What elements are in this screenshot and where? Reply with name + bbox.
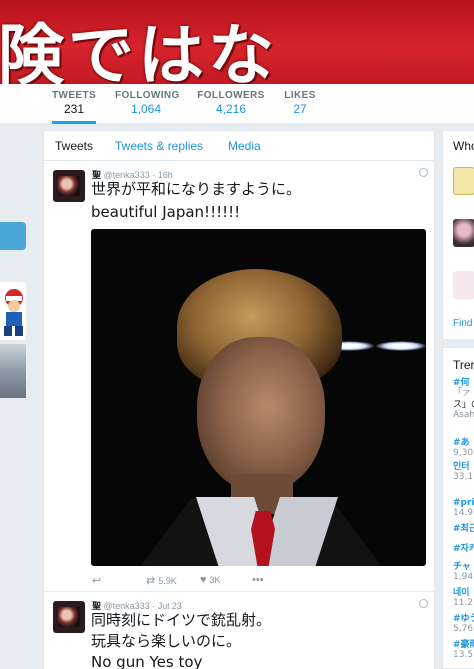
trend-item[interactable]: #あ 9,30 xyxy=(453,438,473,458)
photo-face xyxy=(197,337,325,492)
tweet-text-line: beautiful Japan!!!!!! xyxy=(91,203,241,221)
timeline-tabs: Tweets Tweets & replies Media xyxy=(44,131,434,161)
photo-thumbnail[interactable] xyxy=(0,282,26,340)
stat-label: LIKES xyxy=(284,90,316,101)
more-options-icon[interactable] xyxy=(419,599,428,608)
tab-tweets-and-replies[interactable]: Tweets & replies xyxy=(115,139,203,153)
trend-item[interactable]: #ゆう 5,76 xyxy=(453,614,474,634)
retweet-icon: ⇄ xyxy=(146,575,156,587)
avatar[interactable] xyxy=(53,601,85,633)
trend-tag: #자카 xyxy=(453,544,474,554)
more-button[interactable]: ••• xyxy=(252,574,267,586)
stat-tweets[interactable]: TWEETS 231 xyxy=(52,90,96,124)
trend-tag: ス」の xyxy=(453,400,474,410)
trend-item[interactable]: ス」の Asah xyxy=(453,400,474,420)
trend-count: 33.1 xyxy=(453,472,474,482)
trends-panel: Trer #何 「ァ ス」の Asah #あ 9,30 인터 33.1 #pri… xyxy=(442,347,474,669)
trend-item[interactable]: #최근 xyxy=(453,524,474,534)
who-to-follow-title: Who xyxy=(453,139,474,153)
more-options-icon[interactable] xyxy=(419,168,428,177)
stat-label: FOLLOWING xyxy=(115,90,180,101)
suggested-account-avatar[interactable] xyxy=(453,167,474,195)
suggested-account-avatar[interactable] xyxy=(453,271,474,299)
follow-button[interactable] xyxy=(0,222,26,250)
trend-tag: #何 xyxy=(453,378,470,388)
trend-count: Asah xyxy=(453,410,474,420)
trend-count: 「ァ xyxy=(453,388,472,398)
stat-likes[interactable]: LIKES 27 xyxy=(283,90,317,116)
trend-tag: #あ xyxy=(453,438,470,448)
background-light xyxy=(375,341,426,351)
more-dots-icon: ••• xyxy=(252,574,264,586)
trend-item[interactable]: #자카 xyxy=(453,544,474,554)
trend-item[interactable]: 인터 33.1 xyxy=(453,462,473,482)
trend-count: 9,30 xyxy=(453,448,474,458)
stat-followers[interactable]: FOLLOWERS 4,216 xyxy=(197,90,265,116)
trend-tag: #ゆう xyxy=(453,614,474,624)
trend-count: 5,76 xyxy=(453,624,474,634)
tab-media[interactable]: Media xyxy=(228,139,261,153)
tweet-text-line: 世界が平和になりますように。 xyxy=(91,180,302,198)
retweet-button[interactable]: ⇄ 5.9K xyxy=(146,574,177,587)
trend-tag: #prij xyxy=(453,498,474,508)
trend-tag: #최근 xyxy=(453,524,474,534)
stat-label: FOLLOWERS xyxy=(197,90,265,101)
heart-icon: ♥ xyxy=(200,574,207,586)
tweet[interactable]: 聖 @tenka333 · 16h 世界が平和になりますように。 beautif… xyxy=(44,162,434,592)
timeline: Tweets Tweets & replies Media 聖 @tenka33… xyxy=(43,130,435,669)
banner-text: 険ではな xyxy=(0,17,278,84)
trend-count: 13.5 xyxy=(453,650,474,660)
trend-count: 1,94 xyxy=(453,572,474,582)
tweet-text-line: 玩具なら楽しいのに。 xyxy=(91,632,242,650)
trend-item[interactable]: #豪雨 13.5 xyxy=(453,640,474,660)
trends-title: Trer xyxy=(453,358,474,372)
trend-tag: #豪雨 xyxy=(453,640,474,650)
who-to-follow-panel: Who Find xyxy=(442,130,474,340)
profile-header-banner: 険ではな xyxy=(0,0,474,84)
stat-following[interactable]: FOLLOWING 1,064 xyxy=(115,90,180,116)
trend-item[interactable]: 네이 11.2 xyxy=(453,588,473,608)
profile-nav: TWEETS 231 FOLLOWING 1,064 FOLLOWERS 4,2… xyxy=(0,84,474,124)
tab-tweets[interactable]: Tweets xyxy=(55,139,93,153)
stat-label: TWEETS xyxy=(52,90,97,101)
stat-value: 231 xyxy=(63,102,85,116)
like-count: 3K xyxy=(209,575,221,585)
trend-count: 11.2 xyxy=(453,598,474,608)
trend-item[interactable]: チャ 1,94 xyxy=(453,562,473,582)
trend-item[interactable]: #prij 14.9 xyxy=(453,498,474,518)
trend-item[interactable]: #何 「ァ xyxy=(453,378,471,398)
photo-thumbnail[interactable] xyxy=(0,344,26,398)
trend-count: 14.9 xyxy=(453,508,474,518)
tweet-text-line: 同時刻にドイツで銃乱射。 xyxy=(91,611,272,629)
tweet[interactable]: 聖 @tenka333 · Jul 23 同時刻にドイツで銃乱射。 玩具なら楽し… xyxy=(44,593,434,669)
stat-value: 4,216 xyxy=(215,102,247,116)
tweet-text-line: No gun Yes toy xyxy=(91,653,203,669)
trend-tag: 인터 xyxy=(453,462,470,472)
find-friends-link[interactable]: Find xyxy=(453,318,472,329)
like-button[interactable]: ♥ 3K xyxy=(200,574,221,586)
retweet-count: 5.9K xyxy=(158,576,177,586)
reply-icon: ↩ xyxy=(92,575,102,587)
trend-tag: 네이 xyxy=(453,588,470,598)
avatar[interactable] xyxy=(53,170,85,202)
reply-button[interactable]: ↩ xyxy=(92,574,104,587)
suggested-account-avatar[interactable] xyxy=(453,219,474,247)
stat-value: 27 xyxy=(293,102,307,116)
trend-tag: チャ xyxy=(453,562,471,572)
cartoon-character-icon xyxy=(4,289,23,336)
tweet-photo[interactable] xyxy=(91,229,426,566)
stat-value: 1,064 xyxy=(130,102,162,116)
tweet-actions: ↩ ⇄ 5.9K ♥ 3K ••• xyxy=(92,574,422,588)
